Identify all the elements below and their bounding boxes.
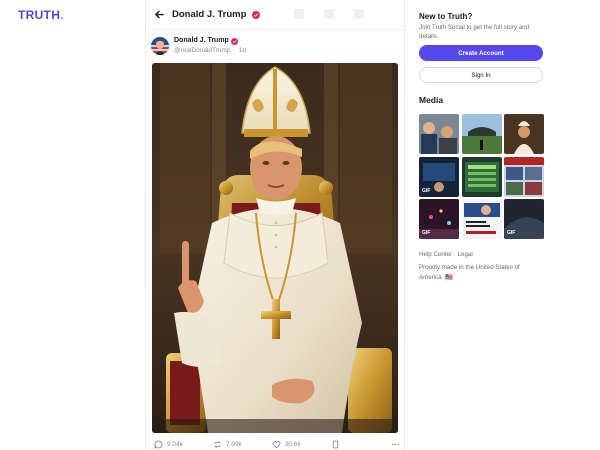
gif-badge: GIF: [422, 187, 431, 194]
media-heading: Media: [419, 95, 444, 105]
post-image[interactable]: [152, 63, 398, 433]
media-thumbnail[interactable]: GIF: [504, 199, 544, 239]
post-age: 1d: [238, 47, 246, 54]
post-handle-row: @realDonaldTrump · 1d: [174, 46, 246, 56]
media-thumbnail[interactable]: [504, 156, 544, 197]
signup-heading: New to Truth?: [419, 12, 473, 21]
post-author[interactable]: Donald J. Trump: [174, 36, 246, 46]
media-thumbnail[interactable]: [461, 156, 502, 197]
verified-badge-icon: [252, 10, 261, 19]
faint-header-icons: [294, 9, 364, 19]
footer-links: Help Center · Legal: [419, 251, 473, 258]
header-title: Donald J. Trump: [172, 9, 247, 20]
like-button[interactable]: 30.6k: [272, 440, 301, 449]
reply-count: 9.04k: [167, 441, 183, 448]
retruth-count: 7.09k: [225, 441, 242, 448]
legal-link[interactable]: Legal: [458, 251, 473, 258]
right-sidebar: New to Truth? Join Truth Social to get t…: [405, 0, 600, 450]
reply-button[interactable]: 9.04k: [154, 440, 183, 449]
sign-in-button[interactable]: Sign In: [419, 67, 543, 83]
post-meta: Donald J. Trump @realDonaldTrump · 1d: [174, 36, 246, 56]
avatar[interactable]: [151, 37, 169, 55]
logo-text: TRUTH: [18, 8, 61, 22]
truth-logo[interactable]: TRUTH.: [18, 8, 64, 22]
media-thumbnail[interactable]: [461, 114, 502, 154]
post-column: Donald J. Trump Donald J. Trump @realDon…: [145, 0, 405, 450]
like-count: 30.6k: [284, 441, 301, 448]
media-thumbnail[interactable]: GIF: [419, 199, 459, 239]
media-grid: GIF GIF GIF: [419, 114, 544, 239]
made-in-usa-text: Proudly made in the United States of Ame…: [419, 264, 520, 281]
footer-separator: ·: [453, 251, 456, 258]
left-rail: TRUTH.: [0, 0, 145, 450]
more-options-button[interactable]: [391, 440, 400, 449]
post-handle[interactable]: @realDonaldTrump: [174, 46, 231, 56]
retruth-button[interactable]: 7.09k: [213, 440, 242, 449]
media-thumbnail[interactable]: GIF: [419, 156, 459, 197]
gif-badge: GIF: [422, 230, 431, 236]
gif-badge: GIF: [507, 230, 516, 236]
meta-separator: ·: [233, 47, 236, 54]
retruth-icon: [214, 441, 221, 448]
logo-dot: .: [60, 8, 64, 22]
heart-icon: [272, 441, 281, 449]
media-thumbnail[interactable]: [461, 199, 502, 239]
media-thumbnail[interactable]: [419, 114, 459, 154]
reply-icon: [154, 440, 163, 449]
signup-description: Join Truth Social to get the full story …: [419, 24, 530, 40]
arrow-left-icon[interactable]: [152, 8, 166, 22]
post-author-row: Donald J. Trump @realDonaldTrump · 1d: [151, 35, 401, 57]
post-author-name: Donald J. Trump: [174, 37, 229, 44]
help-center-link[interactable]: Help Center: [419, 251, 452, 258]
create-account-button[interactable]: Create Account: [419, 45, 543, 61]
post-header-bar: Donald J. Trump: [146, 0, 404, 30]
post-image-illustration: [152, 63, 398, 433]
share-button[interactable]: [331, 440, 340, 449]
more-dots-icon: [391, 443, 400, 446]
media-thumbnail[interactable]: [504, 114, 544, 154]
verified-badge-icon: [230, 37, 238, 45]
share-icon: [332, 440, 338, 449]
post-actions: 9.04k 7.09k 30.6k: [154, 439, 400, 450]
